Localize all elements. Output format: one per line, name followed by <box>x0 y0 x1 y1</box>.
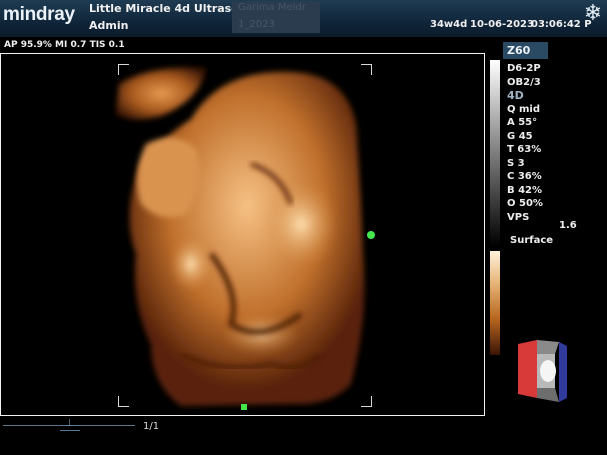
fetal-3d-render-image <box>116 67 365 406</box>
roi-corner-bottom-right <box>361 396 372 407</box>
operator-name: Admin <box>89 19 129 32</box>
orientation-cube-icon[interactable] <box>515 336 570 406</box>
roi-corner-top-right <box>361 64 372 75</box>
imaging-mode: 4D <box>507 89 524 102</box>
gain-param: G 45 <box>507 130 533 142</box>
orientation-marker-bottom[interactable] <box>241 404 247 410</box>
smooth-param: S 3 <box>507 157 525 169</box>
contrast-param: C 36% <box>507 171 542 182</box>
patient-id: 1_2023 <box>238 19 275 30</box>
patient-info-box[interactable]: Garima Meldr 1_2023 <box>232 1 320 33</box>
quality-param: Q mid <box>507 103 540 115</box>
brightness-param: B 42% <box>507 184 543 196</box>
angle-param: A 55° <box>507 117 538 128</box>
gestational-age: 34w4d <box>430 19 468 30</box>
exam-preset: OB2/3 <box>507 76 541 88</box>
roi-corner-bottom-left <box>118 396 129 407</box>
sepia-color-bar <box>490 251 500 355</box>
acoustic-power-readout: AP 95.9% MI 0.7 TIS 0.1 <box>4 40 125 50</box>
imaging-parameters-panel: D6-2P OB2/3 4D Q mid A 55° G 45 T 63% S … <box>507 62 543 224</box>
threshold-param: T 63% <box>507 144 542 155</box>
mindray-logo: mindray <box>3 4 75 25</box>
snowflake-icon[interactable]: ❄ <box>582 3 604 25</box>
render-viewport[interactable] <box>0 53 485 416</box>
grayscale-bar <box>490 60 500 246</box>
cine-thumb[interactable]: ⊥ <box>65 419 75 430</box>
top-status-bar: mindray Little Miracle 4d Ultrasou... Ad… <box>0 0 607 37</box>
cine-scrollbar[interactable]: ⊥ <box>3 419 135 431</box>
render-mode-label: Surface <box>510 235 554 246</box>
vps-value: 1.6 <box>559 220 577 231</box>
cine-frame-counter: 1/1 <box>143 421 160 432</box>
transducer-label: D6-2P <box>507 63 541 74</box>
patient-name: Garima Meldr <box>238 2 306 13</box>
orientation-marker-right[interactable] <box>367 231 375 239</box>
exam-date: 10-06-2023 <box>470 19 534 30</box>
roi-corner-top-left <box>118 64 129 75</box>
probe-label: Z60 <box>503 42 548 59</box>
vps-label: VPS <box>507 211 530 223</box>
opacity-param: O 50% <box>507 198 543 209</box>
